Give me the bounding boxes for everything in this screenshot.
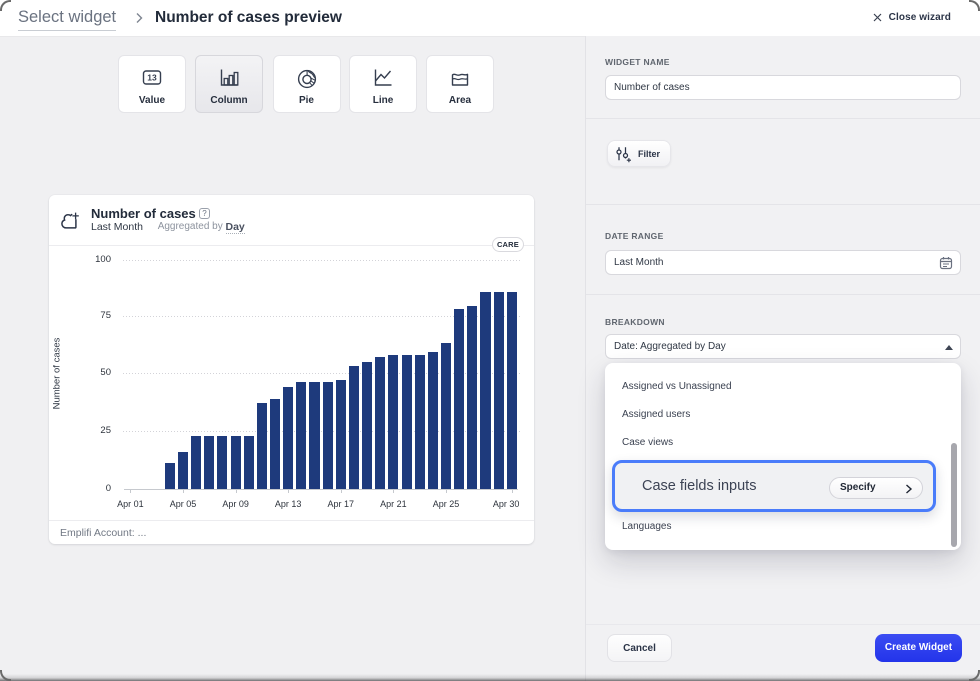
svg-text:13: 13 — [147, 73, 157, 83]
